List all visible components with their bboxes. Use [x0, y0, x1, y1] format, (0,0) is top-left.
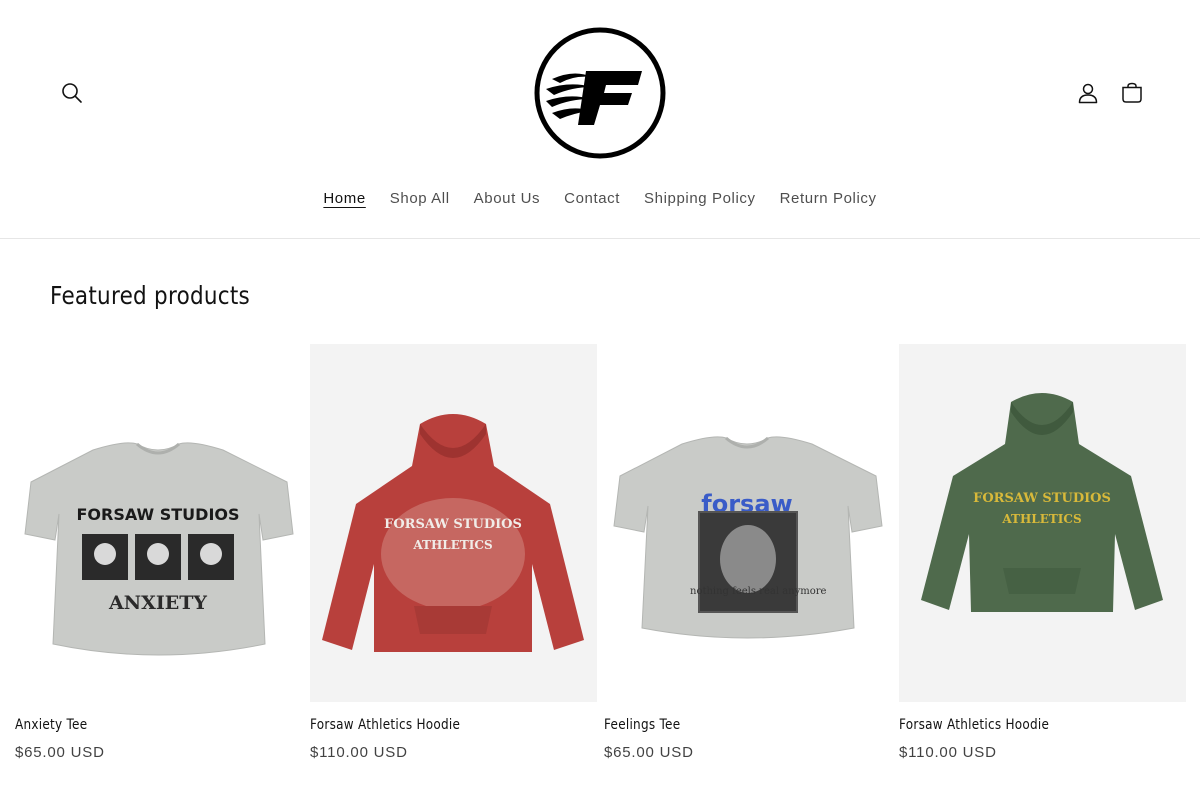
product-title[interactable]: Anxiety Tee	[15, 717, 87, 733]
product-card[interactable]: forsaw nothing feels real anymore Feelin…	[604, 344, 891, 784]
product-card[interactable]: FORSAW STUDIOS ANXIETY Anxiety Tee $65.0…	[15, 344, 302, 784]
print-top-text: FORSAW STUDIOS	[76, 505, 239, 524]
product-image[interactable]: FORSAW STUDIOS ATHLETICS	[899, 344, 1186, 702]
cart-button[interactable]	[1110, 71, 1154, 115]
print-bottom-text: ATHLETICS	[1001, 512, 1081, 526]
product-price: $65.00 USD	[15, 744, 105, 761]
product-title[interactable]: Forsaw Athletics Hoodie	[310, 717, 460, 733]
search-icon	[62, 83, 82, 103]
featured-products-heading: Featured products	[50, 281, 251, 310]
brand-logo[interactable]	[534, 27, 666, 159]
product-image[interactable]: FORSAW STUDIOS ATHLETICS	[310, 344, 597, 702]
product-price: $110.00 USD	[310, 744, 408, 761]
product-image[interactable]: forsaw nothing feels real anymore	[604, 344, 891, 702]
print-top-text: FORSAW STUDIOS	[384, 517, 522, 532]
account-button[interactable]	[1066, 71, 1110, 115]
nav-home[interactable]: Home	[311, 190, 377, 207]
product-grid: FORSAW STUDIOS ANXIETY Anxiety Tee $65.0…	[15, 344, 1186, 784]
nav-shipping-policy[interactable]: Shipping Policy	[632, 190, 768, 207]
print-top-text: FORSAW STUDIOS	[973, 491, 1111, 506]
nav-shop-all[interactable]: Shop All	[378, 190, 462, 207]
search-button[interactable]	[50, 71, 94, 115]
print-bottom-text: ATHLETICS	[412, 538, 492, 552]
nav-about-us[interactable]: About Us	[462, 190, 553, 207]
product-title[interactable]: Feelings Tee	[604, 717, 680, 733]
product-title[interactable]: Forsaw Athletics Hoodie	[899, 717, 1049, 733]
main-nav: Home Shop All About Us Contact Shipping …	[0, 184, 1200, 212]
cart-icon	[1122, 82, 1142, 103]
nav-contact[interactable]: Contact	[552, 190, 632, 207]
account-icon	[1078, 83, 1098, 104]
product-card[interactable]: FORSAW STUDIOS ATHLETICS Forsaw Athletic…	[310, 344, 597, 784]
product-card[interactable]: FORSAW STUDIOS ATHLETICS Forsaw Athletic…	[899, 344, 1186, 784]
product-image[interactable]: FORSAW STUDIOS ANXIETY	[15, 344, 302, 702]
product-price: $110.00 USD	[899, 744, 997, 761]
product-price: $65.00 USD	[604, 744, 694, 761]
site-header: Home Shop All About Us Contact Shipping …	[0, 0, 1200, 239]
nav-return-policy[interactable]: Return Policy	[768, 190, 889, 207]
print-bottom-text: ANXIETY	[108, 592, 207, 614]
logo-mark-icon	[534, 27, 666, 159]
print-bottom-text: nothing feels real anymore	[690, 586, 827, 597]
